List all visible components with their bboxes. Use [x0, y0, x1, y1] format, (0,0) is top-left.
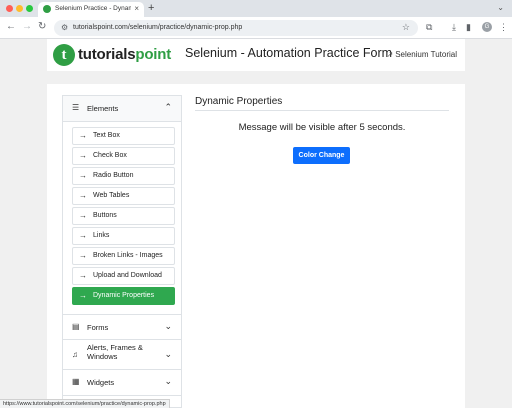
arrow-right-icon: → [79, 251, 87, 260]
accordion-alerts-label: Alerts, Frames & Windows [87, 343, 143, 361]
bookmark-star-icon[interactable]: ☆ [402, 22, 410, 33]
sidebar-item-text-box[interactable]: → Text Box [72, 127, 175, 145]
accordion-widgets[interactable]: ▦ Widgets ⌄ [63, 370, 181, 396]
color-change-button[interactable]: Color Change [293, 147, 350, 164]
chevron-up-icon: ⌃ [164, 102, 172, 112]
tutorial-link-label[interactable]: Selenium Tutorial [395, 50, 457, 59]
tab-search-icon[interactable]: ⌄ [497, 3, 504, 12]
browser-tab[interactable]: Selenium Practice - Dynamic × [38, 2, 144, 17]
kebab-menu-icon[interactable]: ⋮ [499, 22, 508, 33]
widgets-grid-icon: ▦ [72, 377, 80, 386]
tab-close-icon[interactable]: × [134, 4, 139, 14]
download-icon[interactable]: ⤓ [452, 22, 456, 33]
arrow-right-icon: → [79, 151, 87, 160]
sidebar-item-broken-links[interactable]: → Broken Links - Images [72, 247, 175, 265]
window-minimize-control[interactable] [16, 5, 23, 12]
sidebar-item-check-box[interactable]: → Check Box [72, 147, 175, 165]
reload-icon[interactable]: ↻ [38, 21, 46, 33]
sidebar-item-label: Radio Button [93, 172, 134, 179]
bell-icon: ♫ [72, 350, 78, 359]
sidebar-item-label: Dynamic Properties [93, 292, 155, 299]
accordion-elements[interactable]: ☰ Elements ⌃ [63, 96, 181, 122]
sidebar-item-label: Buttons [93, 212, 117, 219]
site-header: t tutorialspoint Selenium - Automation P… [47, 39, 465, 71]
accordion-widgets-label: Widgets [87, 378, 115, 387]
sidebar-item-label: Broken Links - Images [93, 252, 163, 259]
arrow-right-icon: → [79, 131, 87, 140]
arrow-right-icon: → [79, 231, 87, 240]
sidebar-item-label: Check Box [93, 152, 127, 159]
sidebar-item-label: Links [93, 232, 110, 239]
external-link-icon: ↗ [386, 50, 394, 59]
accordion-forms[interactable]: ▤ Forms ⌄ [63, 314, 181, 340]
page-title: Selenium - Automation Practice Form [185, 46, 393, 60]
window-zoom-control[interactable] [26, 5, 33, 12]
sidebar-item-label: Text Box [93, 132, 120, 139]
favicon-icon [43, 5, 51, 13]
sidebar-item-links[interactable]: → Links [72, 227, 175, 245]
address-url[interactable]: tutorialspoint.com/selenium/practice/dyn… [73, 24, 242, 31]
accordion-alerts-frames-windows[interactable]: ♫ Alerts, Frames & Windows ⌄ [63, 340, 181, 370]
forward-icon[interactable]: → [22, 21, 32, 33]
sidebar-item-dynamic-properties[interactable]: → Dynamic Properties [72, 287, 175, 305]
sidebar-item-label: Web Tables [93, 192, 130, 199]
arrow-right-icon: → [79, 291, 87, 300]
address-bar[interactable]: ⚙ tutorialspoint.com/selenium/practice/d… [54, 20, 418, 36]
back-icon[interactable]: ← [6, 21, 16, 33]
new-tab-button[interactable]: + [148, 2, 154, 14]
hamburger-icon: ☰ [72, 103, 80, 112]
content-title: Dynamic Properties [195, 96, 283, 107]
arrow-right-icon: → [79, 271, 87, 280]
delayed-message: Message will be visible after 5 seconds. [238, 122, 406, 133]
chevron-down-icon: ⌄ [164, 349, 172, 359]
arrow-right-icon: → [79, 211, 87, 220]
site-info-icon[interactable]: ⚙ [61, 23, 68, 32]
window-close-control[interactable] [6, 5, 13, 12]
browser-tab-bar: Selenium Practice - Dynamic × + ⌄ [0, 0, 512, 17]
sidebar-item-radio-button[interactable]: → Radio Button [72, 167, 175, 185]
extensions-icon[interactable]: ⧉ [426, 22, 432, 33]
chevron-down-icon: ⌄ [164, 321, 172, 331]
sidebar-item-upload-download[interactable]: → Upload and Download [72, 267, 175, 285]
arrow-right-icon: → [79, 191, 87, 200]
tab-title: Selenium Practice - Dynamic [55, 5, 131, 12]
selenium-tutorial-link[interactable]: ↗ Selenium Tutorial [386, 50, 457, 59]
accordion-elements-label: Elements [87, 104, 119, 113]
sidebar-item-buttons[interactable]: → Buttons [72, 207, 175, 225]
sidebar-item-web-tables[interactable]: → Web Tables [72, 187, 175, 205]
status-bar-url: https://www.tutorialspoint.com/selenium/… [0, 399, 170, 408]
divider [195, 110, 449, 111]
side-panel-icon[interactable]: ▮ [466, 22, 471, 33]
profile-avatar[interactable]: G [482, 22, 492, 32]
accordion-forms-label: Forms [87, 323, 109, 332]
logo-mark: t [53, 44, 75, 66]
sidebar-item-label: Upload and Download [93, 272, 162, 279]
arrow-right-icon: → [79, 171, 87, 180]
logo-text: tutorialspoint [78, 46, 172, 63]
sidebar: ☰ Elements ⌃ → Text Box → Check Box → Ra… [62, 95, 182, 408]
chevron-down-icon: ⌄ [164, 376, 172, 386]
form-icon: ▤ [72, 322, 80, 331]
browser-toolbar: ← → ↻ ⚙ tutorialspoint.com/selenium/prac… [0, 17, 512, 39]
